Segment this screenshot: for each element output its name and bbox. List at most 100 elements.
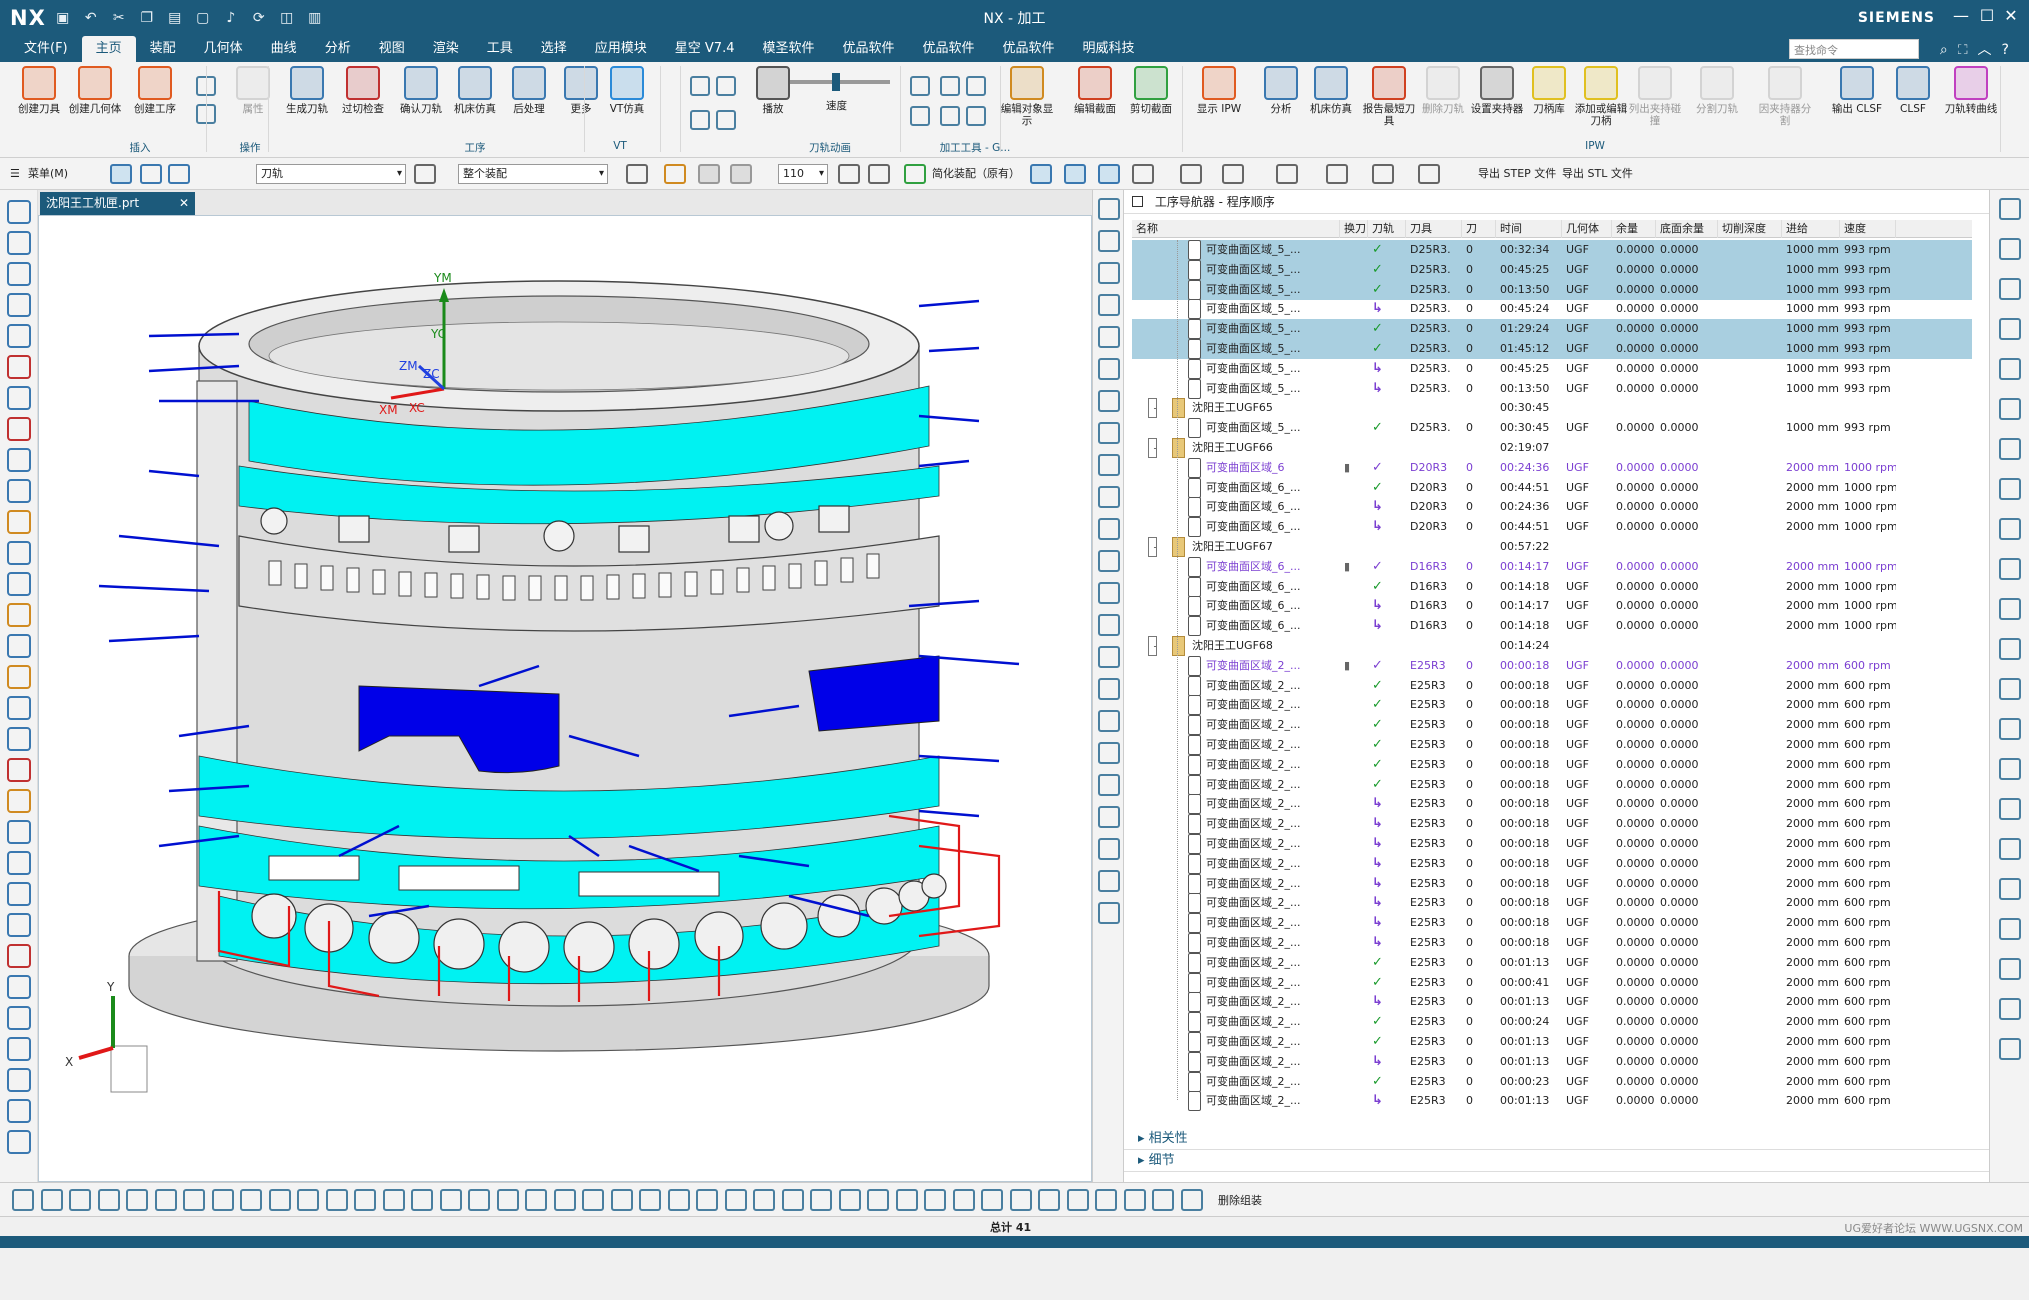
- operation-row[interactable]: 可变曲面区域_2_... ↳ E25R3 0 00:00:18 UGF 0.0000 0.00…: [1132, 834, 1972, 854]
- bottom-tool-icon-17[interactable]: [496, 1189, 519, 1211]
- bottom-tool-icon-34[interactable]: [981, 1189, 1003, 1211]
- right-tool-icon-13[interactable]: [1999, 718, 2021, 740]
- ribbon-small-icon-11[interactable]: [966, 106, 986, 126]
- left-tool-icon-26[interactable]: [7, 1006, 31, 1030]
- bottom-tool-icon-37[interactable]: [1066, 1189, 1089, 1211]
- bottom-tool-icon-11[interactable]: [325, 1189, 348, 1211]
- bottom-tool-icon-5[interactable]: [154, 1189, 177, 1211]
- maximize-icon[interactable]: ☐: [1975, 6, 1999, 30]
- copy-icon[interactable]: ❐: [136, 7, 158, 29]
- ribbon-button-18[interactable]: 报告最短刀具: [1362, 66, 1416, 127]
- right-tool-icon-9[interactable]: [1999, 558, 2021, 580]
- collapse-icon[interactable]: −: [1148, 636, 1157, 656]
- right-tool-icon-21[interactable]: [1999, 1038, 2021, 1060]
- ribbon-button-12[interactable]: 编辑对象显示: [1000, 66, 1054, 127]
- left-tool-icon-27[interactable]: [7, 1037, 31, 1061]
- section-details[interactable]: ▸ 细节: [1124, 1150, 1989, 1172]
- bottom-tool-icon-22[interactable]: [639, 1189, 661, 1211]
- navigator-tool-icon-22[interactable]: [1098, 902, 1120, 924]
- bottom-tool-icon-31[interactable]: [895, 1189, 918, 1211]
- operation-row[interactable]: 可变曲面区域_2_... ✓ E25R3 0 00:00:24 UGF 0.0000 0.00…: [1132, 1012, 1972, 1033]
- right-tool-icon-5[interactable]: [1999, 398, 2021, 420]
- navigator-tool-icon-5[interactable]: [1098, 358, 1120, 380]
- selection-mode-icon[interactable]: [626, 164, 648, 184]
- ribbon-small-icon-2[interactable]: [690, 76, 710, 96]
- cut-icon[interactable]: ✂: [108, 7, 130, 29]
- ribbon-button-5[interactable]: 过切检查: [336, 66, 390, 115]
- ribbon-button-17[interactable]: 机床仿真: [1304, 66, 1358, 115]
- operation-row[interactable]: 可变曲面区域_2_... ↳ E25R3 0 00:01:13 UGF 0.0000 0.00…: [1132, 1091, 1972, 1112]
- navigator-tool-icon-19[interactable]: [1098, 806, 1120, 828]
- undo-icon[interactable]: ↶: [80, 7, 102, 29]
- bottom-tool-icon-6[interactable]: [183, 1189, 205, 1211]
- left-tool-icon-14[interactable]: [7, 634, 31, 658]
- ribbon-button-28[interactable]: 刀轨转曲线: [1944, 66, 1998, 115]
- bottom-tool-icon-35[interactable]: [1009, 1189, 1032, 1211]
- zoom-dropdown[interactable]: 110: [778, 164, 828, 184]
- bottom-tool-icon-8[interactable]: [240, 1189, 262, 1211]
- bottom-tool-icon-41[interactable]: [1180, 1189, 1203, 1211]
- navigator-tool-icon-1[interactable]: [1098, 230, 1120, 252]
- right-tool-icon-0[interactable]: [1999, 198, 2021, 220]
- bottom-tool-icon-10[interactable]: [297, 1189, 319, 1211]
- navigator-tool-icon-0[interactable]: [1098, 198, 1120, 220]
- mic-icon[interactable]: ♪: [220, 7, 242, 29]
- assembly-filter-icon[interactable]: [168, 164, 190, 184]
- left-tool-icon-22[interactable]: [7, 882, 31, 906]
- type-filter-dropdown[interactable]: 刀轨: [256, 164, 406, 184]
- fit-view-icon[interactable]: [1132, 164, 1154, 184]
- collapse-icon[interactable]: −: [1148, 537, 1157, 557]
- snap-view-icon[interactable]: [1030, 164, 1052, 184]
- ribbon-button-14[interactable]: 剪切截面: [1124, 66, 1178, 115]
- operation-row[interactable]: 可变曲面区域_2_... ↳ E25R3 0 00:00:18 UGF 0.0000 0.00…: [1132, 933, 1972, 953]
- operation-row[interactable]: 可变曲面区域_2_... ↳ E25R3 0 00:00:18 UGF 0.0000 0.00…: [1132, 873, 1972, 894]
- simplified-assembly-icon[interactable]: [904, 164, 926, 184]
- bottom-tool-icon-36[interactable]: [1038, 1189, 1060, 1211]
- deselect-icon[interactable]: [868, 164, 890, 184]
- ribbon-button-8[interactable]: 后处理: [502, 66, 556, 115]
- tab-close-icon[interactable]: ✕: [179, 192, 189, 215]
- snap-point-icon[interactable]: [664, 164, 686, 184]
- left-tool-icon-30[interactable]: [7, 1130, 31, 1154]
- ribbon-button-0[interactable]: 创建刀具: [12, 66, 66, 115]
- navigator-pin-checkbox[interactable]: [1132, 196, 1143, 207]
- left-tool-icon-29[interactable]: [7, 1099, 31, 1123]
- operation-row[interactable]: 可变曲面区域_2_... ✓ E25R3 0 00:01:13 UGF 0.0000 0.00…: [1132, 952, 1972, 973]
- navigator-tool-icon-17[interactable]: [1098, 742, 1120, 764]
- repeat-icon[interactable]: ⟳: [248, 7, 270, 29]
- operation-row[interactable]: 可变曲面区域_6 ▮ ✓ D20R3 0 00:24:36 UGF 0.0000 0.0000 2…: [1132, 457, 1972, 478]
- right-tool-icon-6[interactable]: [1999, 438, 2021, 460]
- menu-icon[interactable]: ☰: [10, 162, 20, 186]
- bottom-tool-icon-0[interactable]: [12, 1189, 34, 1211]
- ribbon-small-icon-10[interactable]: [940, 106, 960, 126]
- bottom-tool-icon-25[interactable]: [724, 1189, 747, 1211]
- face-select-icon[interactable]: [698, 164, 720, 184]
- left-tool-icon-10[interactable]: [7, 510, 31, 534]
- left-tool-icon-25[interactable]: [7, 975, 31, 999]
- orient-view-icon[interactable]: [1276, 164, 1298, 184]
- window-icon[interactable]: ▢: [192, 7, 214, 29]
- right-tool-icon-1[interactable]: [1999, 238, 2021, 260]
- left-tool-icon-6[interactable]: [7, 386, 31, 410]
- operation-row[interactable]: 可变曲面区域_5_... ✓ D25R3. 0 00:13:50 UGF 0.0000 0.0…: [1132, 279, 1972, 300]
- menu-item-4[interactable]: 曲线: [257, 36, 311, 62]
- bottom-tool-icon-30[interactable]: [867, 1189, 889, 1211]
- left-tool-icon-21[interactable]: [7, 851, 31, 875]
- operation-row[interactable]: 可变曲面区域_2_... ↳ E25R3 0 00:00:18 UGF 0.0000 0.00…: [1132, 913, 1972, 934]
- bottom-tool-icon-27[interactable]: [781, 1189, 804, 1211]
- ribbon-button-7[interactable]: 机床仿真: [448, 66, 502, 115]
- menu-right-icons[interactable]: ⌕⛶︿?: [1940, 39, 2019, 59]
- ribbon-button-16[interactable]: 分析: [1254, 66, 1308, 115]
- navigator-tool-icon-3[interactable]: [1098, 294, 1120, 316]
- ribbon-small-icon-5[interactable]: [716, 110, 736, 130]
- operation-row[interactable]: 可变曲面区域_2_... ✓ E25R3 0 00:00:41 UGF 0.0000 0.00…: [1132, 972, 1972, 993]
- column-header-1[interactable]: 换刀: [1340, 220, 1368, 238]
- ribbon-button-10[interactable]: VT仿真: [600, 66, 654, 115]
- right-tool-icon-7[interactable]: [1999, 478, 2021, 500]
- menu-item-5[interactable]: 分析: [311, 36, 365, 62]
- menu-item-7[interactable]: 渲染: [419, 36, 473, 62]
- ribbon-small-icon-8[interactable]: [966, 76, 986, 96]
- frame-icon[interactable]: [1418, 164, 1440, 184]
- right-tool-icon-19[interactable]: [1999, 958, 2021, 980]
- navigator-tool-icon-4[interactable]: [1098, 326, 1120, 348]
